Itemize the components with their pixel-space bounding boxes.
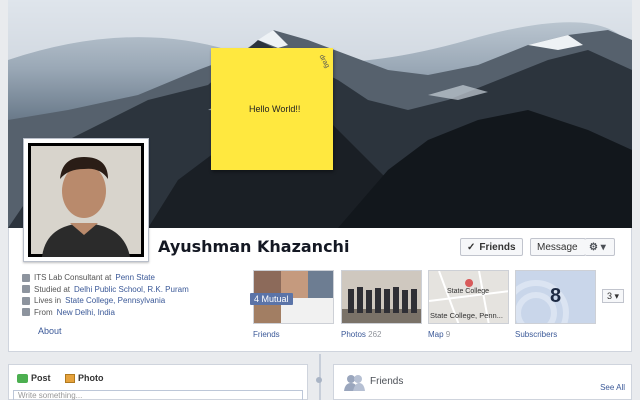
friends-button-label: Friends <box>479 241 516 253</box>
info-education-link[interactable]: Delhi Public School, R.K. Puram <box>74 284 189 296</box>
info-current-city: Lives in State College, Pennsylvania <box>22 295 189 307</box>
gear-icon: ⚙ ▾ <box>589 241 606 253</box>
friends-tile-label[interactable]: Friends <box>253 330 280 339</box>
info-city-prefix: Lives in <box>34 296 62 305</box>
photos-tile[interactable] <box>341 270 422 324</box>
info-work: ITS Lab Consultant at Penn State <box>22 272 189 284</box>
photo-icon <box>65 373 75 383</box>
drag-handle[interactable]: drag <box>317 54 330 70</box>
graduation-cap-icon <box>22 285 30 294</box>
photo-tab[interactable]: Photo <box>65 373 104 383</box>
map-count: 9 <box>445 330 451 339</box>
status-composer: Post Photo Write something... <box>8 364 308 400</box>
photos-label: Photos <box>341 330 366 339</box>
subscribers-count: 8 <box>550 285 562 307</box>
map-label: Map <box>428 330 444 339</box>
more-sections-button[interactable]: 3 ▾ <box>602 289 624 303</box>
info-education: Studied at Delhi Public School, R.K. Pur… <box>22 284 189 296</box>
map-tile-label[interactable]: Map 9 <box>428 330 450 339</box>
gear-dropdown-button[interactable]: ⚙ ▾ <box>585 238 615 256</box>
friends-section-title: Friends <box>370 376 404 387</box>
location-pin-icon <box>22 308 30 317</box>
status-input[interactable]: Write something... <box>13 390 303 400</box>
friends-button[interactable]: ✓ Friends <box>460 238 523 256</box>
photos-count: 262 <box>368 330 382 339</box>
info-work-link[interactable]: Penn State <box>115 272 155 284</box>
info-work-prefix: ITS Lab Consultant at <box>34 273 112 282</box>
profile-name: Ayushman Khazanchi <box>158 237 350 256</box>
message-button[interactable]: Message <box>530 238 586 256</box>
photos-tile-label[interactable]: Photos 262 <box>341 330 382 339</box>
friends-icon <box>344 375 365 391</box>
person-silhouette <box>28 143 144 257</box>
info-hometown-prefix: From <box>34 307 53 317</box>
group-photo <box>342 271 421 323</box>
info-education-prefix: Studied at <box>34 284 71 294</box>
post-icon <box>17 373 28 383</box>
sticky-note[interactable]: Hello World!! drag <box>211 48 333 170</box>
post-tab-label: Post <box>31 373 51 383</box>
timeline-dot[interactable] <box>316 377 322 383</box>
avatar <box>28 143 144 257</box>
info-city-link[interactable]: State College, Pennsylvania <box>65 295 165 307</box>
map-footer-label: State College, Penn... <box>430 311 503 320</box>
mutual-friends-badge: 4 Mutual <box>250 293 293 305</box>
check-icon: ✓ <box>467 241 476 253</box>
friends-section: Friends See All <box>333 364 632 400</box>
see-all-link[interactable]: See All <box>600 383 625 392</box>
home-icon <box>22 296 30 305</box>
info-hometown: From New Delhi, India <box>22 307 189 319</box>
briefcase-icon <box>22 273 30 282</box>
post-tab[interactable]: Post <box>17 373 51 383</box>
intro-info: ITS Lab Consultant at Penn State Studied… <box>22 272 189 318</box>
sticky-note-text[interactable]: Hello World!! <box>249 104 300 114</box>
map-place-label: State College <box>447 288 490 295</box>
profile-picture[interactable] <box>23 138 149 262</box>
info-hometown-link[interactable]: New Delhi, India <box>57 307 115 319</box>
about-link[interactable]: About <box>38 326 62 336</box>
photo-tab-label: Photo <box>78 373 104 383</box>
subscribers-tile-label[interactable]: Subscribers <box>515 330 557 339</box>
